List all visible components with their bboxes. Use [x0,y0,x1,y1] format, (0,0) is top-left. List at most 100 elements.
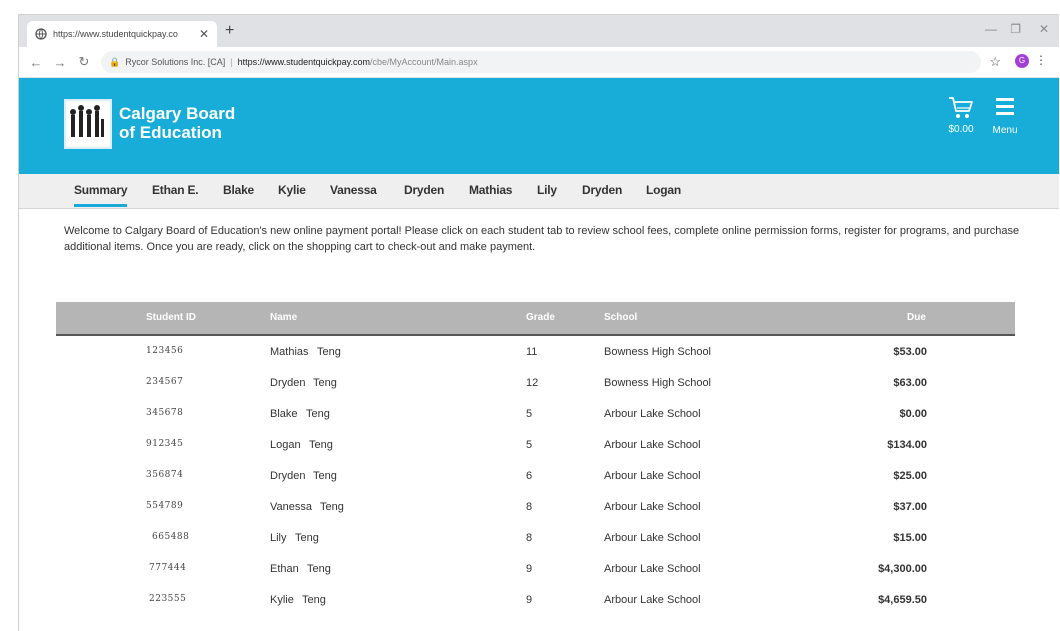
student-school: Arbour Lake School [604,439,701,451]
student-first-name: Lily [270,532,287,544]
student-id: 912345 [146,439,184,449]
amount-due: $134.00 [887,439,927,451]
tab-vanessa[interactable]: Vanessa [330,183,377,197]
hamburger-menu-icon [996,98,1014,115]
tab-mathias[interactable]: Mathias [469,183,512,197]
shopping-cart-button[interactable]: $0.00 [941,96,981,135]
table-row: 356874 Dryden Teng 6 Arbour Lake School $25.0… [56,460,1015,491]
tab-dryden-1[interactable]: Dryden [404,183,444,197]
student-id: 234567 [146,377,184,387]
student-first-name: Vanessa [270,501,312,513]
student-grade: 5 [526,408,533,420]
student-grade: 8 [526,501,533,513]
new-tab-button[interactable]: + [225,22,234,40]
student-last-name: Teng [302,594,326,606]
student-grade: 5 [526,439,533,451]
org-name-line1: Calgary Board [119,104,236,123]
header-grade: Grade [526,312,555,323]
student-first-name: Blake [270,408,298,420]
tab-dryden-2[interactable]: Dryden [582,183,622,197]
browser-menu-icon[interactable]: ⋮ [1035,53,1047,67]
student-id: 554789 [146,501,184,511]
amount-due: $63.00 [893,377,927,389]
table-row: 912345 Logan Teng 5 Arbour Lake School $134.0… [56,429,1015,460]
browser-window: https://www.studentquickpay.co ✕ + — ❐ ✕… [18,14,1059,631]
amount-due: $15.00 [893,532,927,544]
browser-tab-strip: https://www.studentquickpay.co ✕ + — ❐ ✕ [19,15,1059,47]
amount-due: $37.00 [893,501,927,513]
student-school: Arbour Lake School [604,532,701,544]
student-school: Arbour Lake School [604,470,701,482]
back-arrow-icon[interactable]: ← [29,55,43,70]
student-last-name: Teng [307,563,331,575]
cbe-logo[interactable] [64,99,112,149]
site-header: Calgary Board of Education $0.00 Menu [19,78,1059,174]
url-path: /cbe/MyAccount/Main.aspx [370,57,478,67]
table-row: 345678 Blake Teng 5 Arbour Lake School $0.00 [56,398,1015,429]
student-first-name: Kylie [270,594,294,606]
student-id: 777444 [149,563,187,573]
student-school: Arbour Lake School [604,594,701,606]
profile-avatar[interactable]: G [1015,54,1029,68]
bookmark-star-icon[interactable]: ☆ [989,54,1001,70]
student-last-name: Teng [313,377,337,389]
student-grade: 11 [526,346,538,358]
student-last-name: Teng [320,501,344,513]
student-last-name: Teng [313,470,337,482]
student-grade: 8 [526,532,533,544]
address-bar: ← → ↻ 🔒 Rycor Solutions Inc. [CA] | http… [19,47,1059,78]
tab-summary[interactable]: Summary [74,183,127,207]
amount-due: $4,300.00 [878,563,927,575]
student-last-name: Teng [295,532,319,544]
table-header: Student ID Name Grade School Due [56,302,1015,336]
cart-total: $0.00 [948,124,974,135]
student-school: Arbour Lake School [604,501,701,513]
student-grade: 6 [526,470,533,482]
close-tab-icon[interactable]: ✕ [199,27,209,41]
tab-logan[interactable]: Logan [646,183,681,197]
minimize-icon[interactable]: — [985,22,997,36]
url-host: https://www.studentquickpay.com [237,57,371,67]
forward-arrow-icon[interactable]: → [53,55,67,70]
tab-kylie[interactable]: Kylie [278,183,306,197]
student-last-name: Teng [317,346,341,358]
header-due: Due [907,312,926,323]
table-row: 234567 Dryden Teng 12 Bowness High School $63… [56,367,1015,398]
student-id: 123456 [146,346,184,356]
browser-tab[interactable]: https://www.studentquickpay.co ✕ [27,21,217,47]
header-name: Name [270,312,298,323]
table-row: 123456 Mathias Teng 11 Bowness High School $5… [56,336,1015,367]
student-id: 665488 [152,532,190,542]
student-tabs: Summary Ethan E. Blake Kylie Vanessa Dry… [19,174,1059,209]
header-school: School [604,312,638,323]
tab-ethan[interactable]: Ethan E. [152,183,199,197]
student-grade: 9 [526,594,533,606]
menu-button[interactable]: Menu [985,96,1025,136]
student-id: 223555 [149,594,187,604]
student-first-name: Dryden [270,470,306,482]
window-close-icon[interactable]: ✕ [1039,22,1049,36]
menu-label: Menu [992,125,1018,136]
people-logo-icon [70,105,104,137]
student-last-name: Teng [306,408,330,420]
student-first-name: Ethan [270,563,299,575]
student-school: Bowness High School [604,346,712,358]
student-id: 356874 [146,470,184,480]
table-row: 223555 Kylie Teng 9 Arbour Lake School $4,659… [56,584,1015,615]
table-row: 665488 Lily Teng 8 Arbour Lake School $15.00 [56,522,1015,553]
tab-blake[interactable]: Blake [223,183,254,197]
amount-due: $53.00 [893,346,927,358]
student-grade: 12 [526,377,539,389]
site-identity: Rycor Solutions Inc. [CA] [125,57,226,67]
restore-icon[interactable]: ❐ [1010,22,1021,36]
url-field[interactable]: 🔒 Rycor Solutions Inc. [CA] | https://ww… [101,51,981,73]
amount-due: $4,659.50 [878,594,927,606]
amount-due: $25.00 [893,470,927,482]
header-student-id: Student ID [146,312,196,323]
student-school: Arbour Lake School [604,408,701,420]
student-first-name: Dryden [270,377,306,389]
table-body: 123456 Mathias Teng 11 Bowness High School $5… [56,336,1015,615]
student-grade: 9 [526,563,533,575]
tab-lily[interactable]: Lily [537,183,557,197]
reload-icon[interactable]: ↻ [77,54,91,70]
